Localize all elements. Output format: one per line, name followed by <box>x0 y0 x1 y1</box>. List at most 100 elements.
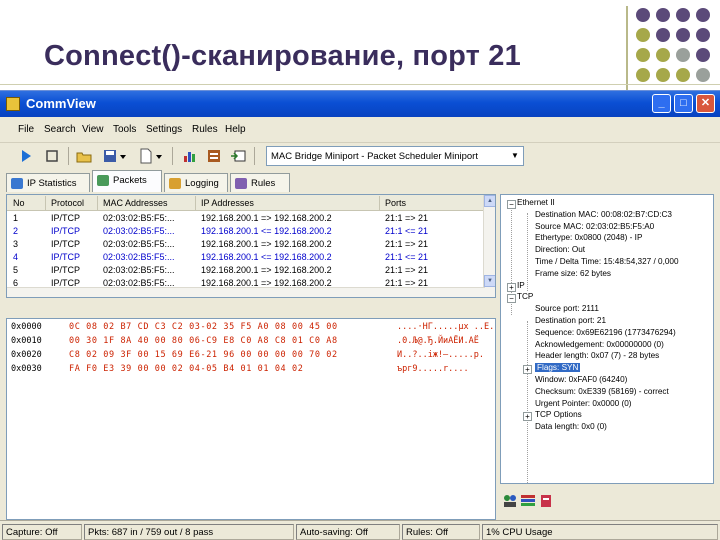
expand-icon[interactable]: + <box>523 412 532 422</box>
save-icon[interactable] <box>102 148 118 164</box>
scroll-down-icon[interactable]: ▼ <box>484 275 495 287</box>
open-folder-icon[interactable] <box>76 148 92 164</box>
table-row[interactable]: 1 IP/TCP 02:03:02:B5:F5:... 192.168.200.1 =… <box>7 212 485 225</box>
decode-icon[interactable] <box>538 493 554 509</box>
hex-line[interactable]: 0x0030 FA F0 E3 39 00 00 02 04-05 B4 01 0… <box>7 363 495 376</box>
packet-details-tree[interactable]: − Ethernet II Destination MAC: 00:08:02:B7… <box>500 194 714 484</box>
tree-field[interactable]: Sequence: 0x69E62196 (1773476294) <box>535 328 676 337</box>
hex-line[interactable]: 0x0020 C8 02 09 3F 00 15 69 E6-21 96 00 0… <box>7 349 495 362</box>
status-packets: Pkts: 687 in / 759 out / 8 pass <box>84 524 294 540</box>
tree-field[interactable]: TCP Options <box>535 410 582 419</box>
menu-settings[interactable]: Settings <box>146 124 182 135</box>
menu-bar: File Search View Tools Settings Rules He… <box>0 119 720 141</box>
adapter-select[interactable]: MAC Bridge Miniport - Packet Scheduler M… <box>266 146 524 166</box>
tab-ip-statistics[interactable]: IP Statistics <box>6 173 90 192</box>
tab-label: IP Statistics <box>27 178 77 189</box>
decorative-dot <box>676 8 690 22</box>
table-row[interactable]: 3 IP/TCP 02:03:02:B5:F5:... 192.168.200.1 =… <box>7 238 485 251</box>
tree-field[interactable]: Header length: 0x07 (7) - 28 bytes <box>535 351 659 360</box>
packet-list[interactable]: No Protocol MAC Addresses IP Addresses P… <box>6 194 496 298</box>
minimize-button[interactable]: _ <box>652 94 671 113</box>
close-button[interactable]: ✕ <box>696 94 715 113</box>
new-document-icon[interactable] <box>138 148 154 164</box>
table-cell: IP/TCP <box>51 265 81 275</box>
tree-field[interactable]: Destination port: 21 <box>535 316 606 325</box>
menu-view[interactable]: View <box>82 124 104 135</box>
tree-field[interactable]: Flags: SYN <box>535 363 581 373</box>
stop-capture-icon[interactable] <box>44 148 60 164</box>
dropdown-arrow-icon[interactable]: ▼ <box>509 149 521 163</box>
status-bar: Capture: Off Pkts: 687 in / 759 out / 8 … <box>0 520 720 540</box>
menu-file[interactable]: File <box>18 124 34 135</box>
save-dropdown-icon[interactable] <box>118 148 128 164</box>
tree-field[interactable]: Time / Delta Time: 15:48:54,327 / 0,000 <box>535 257 679 266</box>
reconstruct-icon[interactable] <box>230 148 246 164</box>
hex-dump[interactable]: 0x0000 0C 08 02 B7 CD C3 C2 03-02 35 F5 A… <box>6 318 496 520</box>
column-protocol[interactable]: Protocol <box>51 198 84 208</box>
menu-rules[interactable]: Rules <box>192 124 218 135</box>
packet-list-hscrollbar[interactable] <box>7 287 485 297</box>
menu-tools[interactable]: Tools <box>113 124 136 135</box>
adapter-value: MAC Bridge Miniport - Packet Scheduler M… <box>271 151 478 162</box>
column-mac[interactable]: MAC Addresses <box>103 198 168 208</box>
table-cell: 21:1 <= 21 <box>385 252 429 262</box>
table-row[interactable]: 2 IP/TCP 02:03:02:B5:F5:... 192.168.200.1 <… <box>7 225 485 238</box>
hex-offset: 0x0030 <box>11 364 42 374</box>
table-cell: 192.168.200.1 => 192.168.200.2 <box>201 213 332 223</box>
tree-field[interactable]: Direction: Out <box>535 245 585 254</box>
tab-logging[interactable]: Logging <box>164 173 228 192</box>
tab-packets[interactable]: Packets <box>92 170 162 192</box>
hex-ascii: ърг9.....r.... <box>397 364 469 374</box>
tree-field[interactable]: Frame size: 62 bytes <box>535 269 611 278</box>
table-cell: 192.168.200.1 => 192.168.200.2 <box>201 265 332 275</box>
colors-icon[interactable] <box>520 493 536 509</box>
users-icon[interactable] <box>502 493 518 509</box>
column-ip[interactable]: IP Addresses <box>201 198 254 208</box>
collapse-icon[interactable]: − <box>507 294 516 304</box>
statistics-icon[interactable] <box>182 148 198 164</box>
tree-field[interactable]: Ethertype: 0x0800 (2048) - IP <box>535 233 642 242</box>
packet-list-header: No Protocol MAC Addresses IP Addresses P… <box>7 195 495 211</box>
decorative-dot <box>636 8 650 22</box>
tree-field[interactable]: Urgent Pointer: 0x0000 (0) <box>535 399 631 408</box>
column-no[interactable]: No <box>13 198 25 208</box>
expand-icon[interactable]: + <box>507 282 516 292</box>
start-capture-icon[interactable] <box>18 148 34 164</box>
scroll-up-icon[interactable]: ▲ <box>484 195 495 207</box>
tree-group[interactable]: TCP <box>517 292 533 301</box>
tree-field[interactable]: Data length: 0x0 (0) <box>535 422 607 431</box>
table-cell: 4 <box>13 252 19 262</box>
status-rules: Rules: Off <box>402 524 480 540</box>
tree-field[interactable]: Window: 0xFAF0 (64240) <box>535 375 627 384</box>
collapse-icon[interactable]: − <box>507 200 516 209</box>
tree-group[interactable]: IP <box>517 281 525 290</box>
table-cell: 5 <box>13 265 19 275</box>
decorative-dot <box>656 8 670 22</box>
hex-ascii: И..?..iж!–.....p. <box>397 350 484 360</box>
hex-bytes: 00 30 1F 8A 40 00 80 06-C9 E8 C0 A8 C8 0… <box>69 336 338 346</box>
title-bar[interactable]: CommView _ □ ✕ <box>0 91 720 117</box>
table-row[interactable]: 5 IP/TCP 02:03:02:B5:F5:... 192.168.200.1 =… <box>7 264 485 277</box>
decorative-dot <box>696 8 710 22</box>
tree-field[interactable]: Destination MAC: 00:08:02:B7:CD:C3 <box>535 210 672 219</box>
packets-icon <box>97 175 109 186</box>
tree-field[interactable]: Checksum: 0xE339 (58169) - correct <box>535 387 669 396</box>
maximize-button[interactable]: □ <box>674 94 693 113</box>
hex-line[interactable]: 0x0010 00 30 1F 8A 40 00 80 06-C9 E8 C0 A… <box>7 335 495 348</box>
tree-group[interactable]: Ethernet II <box>517 198 555 207</box>
packet-list-vscrollbar[interactable]: ▲ ▼ <box>483 195 495 297</box>
tree-field[interactable]: Source port: 2111 <box>535 304 599 313</box>
status-capture: Capture: Off <box>2 524 82 540</box>
table-row[interactable]: 4 IP/TCP 02:03:02:B5:F5:... 192.168.200.1 <… <box>7 251 485 264</box>
packet-builder-icon[interactable] <box>206 148 222 164</box>
hex-line[interactable]: 0x0000 0C 08 02 B7 CD C3 C2 03-02 35 F5 A… <box>7 321 495 334</box>
menu-search[interactable]: Search <box>44 124 76 135</box>
tab-rules[interactable]: Rules <box>230 173 290 192</box>
column-ports[interactable]: Ports <box>385 198 406 208</box>
document-dropdown-icon[interactable] <box>154 148 164 164</box>
tree-field[interactable]: Source MAC: 02:03:02:B5:F5:A0 <box>535 222 654 231</box>
expand-icon[interactable]: + <box>523 365 532 375</box>
tree-field[interactable]: Acknowledgement: 0x00000000 (0) <box>535 340 664 349</box>
decorative-dot <box>696 28 710 42</box>
menu-help[interactable]: Help <box>225 124 246 135</box>
